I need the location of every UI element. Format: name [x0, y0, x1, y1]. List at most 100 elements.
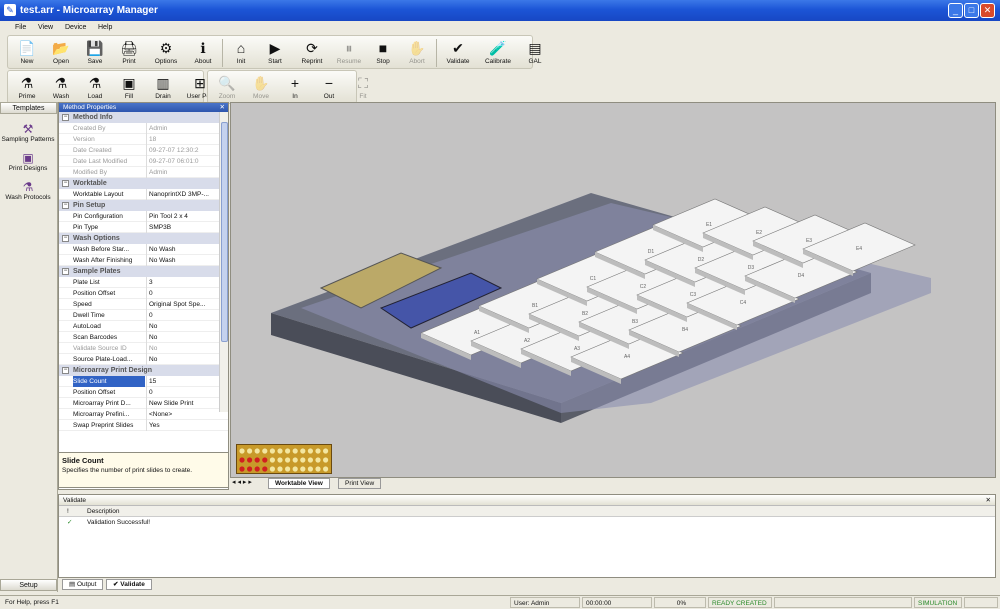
- property-row[interactable]: Plate List 3: [59, 277, 228, 288]
- zoom-button[interactable]: 🔍 Zoom: [212, 71, 242, 105]
- tab-output[interactable]: ▤ Output: [62, 579, 104, 590]
- tab-worktable-view[interactable]: Worktable View: [268, 478, 330, 489]
- property-row[interactable]: Date Last Modified 09-27-07 06:01:0: [59, 156, 228, 167]
- property-row[interactable]: Slide Count 15: [59, 376, 228, 387]
- property-category[interactable]: − Sample Plates: [59, 266, 228, 277]
- reprint-button[interactable]: ⟳ Reprint: [294, 36, 330, 70]
- zoom-in-button[interactable]: + In: [280, 71, 310, 105]
- property-value[interactable]: 0: [146, 387, 218, 398]
- property-row[interactable]: Worktable Layout NanoprintXD 3MP-...: [59, 189, 228, 200]
- property-value[interactable]: No Wash: [146, 244, 218, 255]
- property-row[interactable]: Modified By Admin: [59, 167, 228, 178]
- print-button[interactable]: 🖨 Print: [114, 36, 144, 70]
- props-scroll-thumb[interactable]: [221, 122, 228, 342]
- abort-button[interactable]: ✋ Abort: [402, 36, 432, 70]
- property-value[interactable]: Yes: [146, 420, 218, 431]
- collapse-icon[interactable]: −: [62, 180, 69, 187]
- property-row[interactable]: Pin Type SMP3B: [59, 222, 228, 233]
- property-row[interactable]: Microarray Prefini... <None>: [59, 409, 228, 420]
- property-value[interactable]: No: [146, 321, 218, 332]
- resume-button[interactable]: ⏸ Resume: [334, 36, 364, 70]
- property-category[interactable]: − Pin Setup: [59, 200, 228, 211]
- tab-nav-arrows[interactable]: ◂ ◂ ▸ ▸: [232, 478, 252, 486]
- property-row[interactable]: Date Created 09-27-07 12:30:2: [59, 145, 228, 156]
- property-value[interactable]: NanoprintXD 3MP-...: [146, 189, 218, 200]
- property-value[interactable]: SMP3B: [146, 222, 218, 233]
- property-row[interactable]: Version 18: [59, 134, 228, 145]
- start-button[interactable]: ▶ Start: [260, 36, 290, 70]
- validate-row[interactable]: ✓ Validation Successful!: [59, 517, 995, 528]
- menu-view[interactable]: View: [33, 22, 58, 33]
- property-row[interactable]: Dwell Time 0: [59, 310, 228, 321]
- property-row[interactable]: Validate Source ID No: [59, 343, 228, 354]
- property-value[interactable]: 15: [146, 376, 218, 387]
- property-row[interactable]: Scan Barcodes No: [59, 332, 228, 343]
- property-value[interactable]: 0: [146, 288, 218, 299]
- panel-close-icon[interactable]: ✕: [220, 103, 225, 112]
- save-button[interactable]: 💾 Save: [80, 36, 110, 70]
- collapse-icon[interactable]: −: [62, 235, 69, 242]
- property-value[interactable]: Original Spot Spe...: [146, 299, 218, 310]
- property-row[interactable]: Wash Before Star... No Wash: [59, 244, 228, 255]
- prime-button[interactable]: ⚗ Prime: [12, 71, 42, 105]
- tab-validate[interactable]: ✔ Validate: [106, 579, 152, 590]
- property-category[interactable]: − Wash Options: [59, 233, 228, 244]
- maximize-button[interactable]: □: [964, 3, 979, 18]
- menu-device[interactable]: Device: [60, 22, 91, 33]
- col-index[interactable]: !: [67, 506, 69, 517]
- property-category[interactable]: − Microarray Print Design: [59, 365, 228, 376]
- property-value[interactable]: <None>: [146, 409, 218, 420]
- setup-button[interactable]: Setup: [0, 579, 57, 591]
- property-category[interactable]: − Method Info: [59, 112, 228, 123]
- fit-button[interactable]: ⛶ Fit: [348, 71, 378, 105]
- wash-button[interactable]: ⚗ Wash: [46, 71, 76, 105]
- calibrate-button[interactable]: 🧪 Calibrate: [480, 36, 516, 70]
- property-row[interactable]: Microarray Print D... New Slide Print: [59, 398, 228, 409]
- nav-print-designs[interactable]: ▣ Print Designs: [0, 151, 56, 172]
- options-button[interactable]: ⚙ Options: [148, 36, 184, 70]
- property-row[interactable]: Speed Original Spot Spe...: [59, 299, 228, 310]
- collapse-icon[interactable]: −: [62, 367, 69, 374]
- collapse-icon[interactable]: −: [62, 114, 69, 121]
- property-row[interactable]: Position Offset 0: [59, 387, 228, 398]
- property-value[interactable]: No Wash: [146, 255, 218, 266]
- property-value[interactable]: 3: [146, 277, 218, 288]
- templates-header[interactable]: Templates: [0, 102, 57, 114]
- load-button[interactable]: ⚗ Load: [80, 71, 110, 105]
- validate-close-icon[interactable]: ✕: [986, 495, 991, 506]
- move-button[interactable]: ✋ Move: [246, 71, 276, 105]
- nav-wash-protocols[interactable]: ⚗ Wash Protocols: [0, 180, 56, 201]
- props-scrollbar[interactable]: [219, 112, 228, 412]
- menu-file[interactable]: File: [10, 22, 31, 33]
- gal-button[interactable]: ▤ GAL: [520, 36, 550, 70]
- property-row[interactable]: AutoLoad No: [59, 321, 228, 332]
- property-row[interactable]: Pin Configuration Pin Tool 2 x 4: [59, 211, 228, 222]
- about-button[interactable]: ℹ About: [188, 36, 218, 70]
- property-row[interactable]: Wash After Finishing No Wash: [59, 255, 228, 266]
- property-value[interactable]: 0: [146, 310, 218, 321]
- property-category[interactable]: − Worktable: [59, 178, 228, 189]
- nav-sampling-patterns[interactable]: ⚒ Sampling Patterns: [0, 122, 56, 143]
- stop-button[interactable]: ■ Stop: [368, 36, 398, 70]
- minimize-button[interactable]: _: [948, 3, 963, 18]
- collapse-icon[interactable]: −: [62, 202, 69, 209]
- property-row[interactable]: Created By Admin: [59, 123, 228, 134]
- property-row[interactable]: Source Plate-Load... No: [59, 354, 228, 365]
- open-button[interactable]: 📂 Open: [46, 36, 76, 70]
- menu-help[interactable]: Help: [93, 22, 117, 33]
- validate-button[interactable]: ✔ Validate: [440, 36, 476, 70]
- init-button[interactable]: ⌂ Init: [226, 36, 256, 70]
- close-button[interactable]: ✕: [980, 3, 995, 18]
- collapse-icon[interactable]: −: [62, 268, 69, 275]
- zoom-out-button[interactable]: − Out: [314, 71, 344, 105]
- worktable-view[interactable]: A1 A2 A3 A4 B1 B2 B3 B4 C1 C2 C3 C4 D1 D2 D3 D4 E1 E2 E3 E4: [230, 102, 996, 478]
- fill-button[interactable]: ▣ Fill: [114, 71, 144, 105]
- property-value[interactable]: Pin Tool 2 x 4: [146, 211, 218, 222]
- drain-button[interactable]: ▥ Drain: [148, 71, 178, 105]
- tab-print-view[interactable]: Print View: [338, 478, 382, 489]
- property-value[interactable]: No: [146, 332, 218, 343]
- col-description[interactable]: Description: [87, 506, 120, 517]
- property-row[interactable]: Swap Preprint Slides Yes: [59, 420, 228, 431]
- new-button[interactable]: 📄 New: [12, 36, 42, 70]
- property-row[interactable]: Position Offset 0: [59, 288, 228, 299]
